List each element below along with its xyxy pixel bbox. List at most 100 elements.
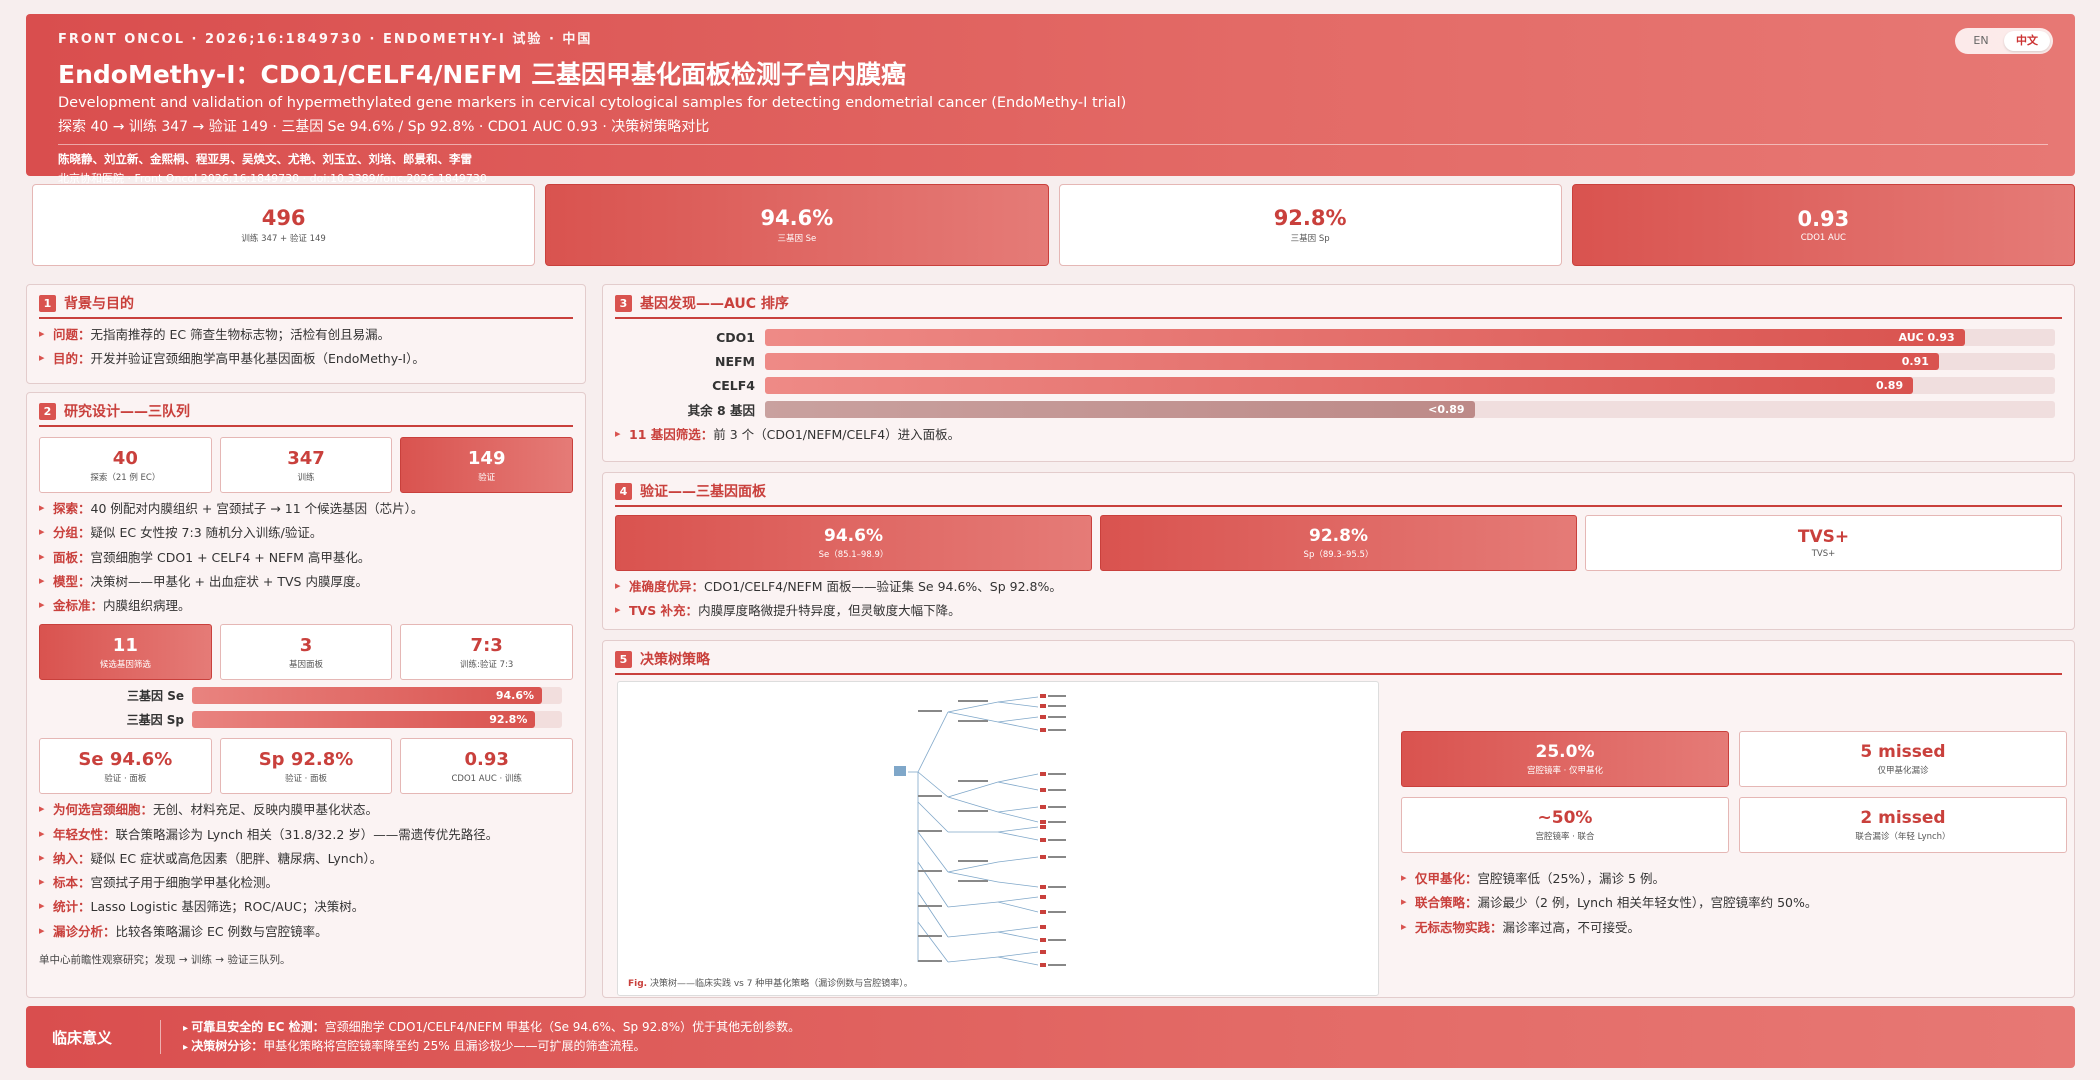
section-number: 2 <box>39 402 56 420</box>
gene-label: CDO1 <box>716 329 755 345</box>
bullet-item: 统计：Lasso Logistic 基因筛选；ROC/AUC；决策树。 <box>39 899 573 915</box>
kpi-auc: 0.93 CDO1 AUC <box>1571 184 2075 266</box>
gene-label: 其余 8 基因 <box>687 402 755 418</box>
kpi-label: 训练 347 + 验证 149 <box>241 234 326 244</box>
gene-auc-bars: CDO1 AUC 0.93 NEFM 0.91 CELF4 0.89 其余 8 … <box>615 327 2062 419</box>
clinical-significance-banner: 临床意义 可靠且安全的 EC 检测：宫颈细胞学 CDO1/CELF4/NEFM … <box>26 1006 2075 1068</box>
stat-boxes: 11 候选基因筛选 3 基因面板 7:3 训练:验证 7:3 <box>39 624 574 681</box>
bar-track: 0.91 <box>765 352 2055 370</box>
journal-meta: FRONT ONCOL · 2026;16:1849730 · ENDOMETH… <box>58 32 593 47</box>
footer-point: 可靠且安全的 EC 检测：宫颈细胞学 CDO1/CELF4/NEFM 甲基化（S… <box>183 1018 800 1037</box>
section-title-text: 验证——三基因面板 <box>640 484 766 500</box>
section-number: 5 <box>615 650 632 668</box>
result-box: 0.93 CDO1 AUC · 训练 <box>400 738 574 795</box>
section-title: 2 研究设计——三队列 <box>39 401 573 427</box>
kpi-value: 0.93 <box>1797 207 1850 231</box>
section-title-text: 决策树策略 <box>640 652 710 668</box>
section-title: 3 基因发现——AUC 排序 <box>615 293 2062 319</box>
lang-en-button[interactable]: EN <box>1958 31 2004 51</box>
gene-row: CDO1 AUC 0.93 <box>615 327 2062 347</box>
kpi-row: 496 训练 347 + 验证 149 94.6% 三基因 Se 92.8% 三… <box>32 184 2075 266</box>
validation-box: TVS+ TVS+ <box>1585 515 2062 571</box>
bullet-item: 纳入：疑似 EC 症状或高危因素（肥胖、糖尿病、Lynch）。 <box>39 851 573 867</box>
bullet-item: TVS 补充：内膜厚度略微提升特异度，但灵敏度大幅下降。 <box>615 603 2062 619</box>
stat-box: 7:3 训练:验证 7:3 <box>400 624 574 681</box>
stat-box: 3 基因面板 <box>219 624 393 681</box>
bar-row: 三基因 Sp 92.8% <box>39 710 573 728</box>
stat-box: 11 候选基因筛选 <box>39 624 212 681</box>
bar-fill: 94.6% <box>192 686 543 704</box>
section-number: 3 <box>615 294 632 312</box>
kpi-value: 496 <box>261 206 306 230</box>
bar-fill: 0.89 <box>765 376 1914 394</box>
header-divider <box>58 144 2048 145</box>
cohort-box: 149 验证 <box>400 437 574 493</box>
section-title-text: 基因发现——AUC 排序 <box>640 296 789 312</box>
strategy-box: 2 missed 联合漏诊（年轻 Lynch） <box>1739 797 2067 853</box>
language-toggle[interactable]: EN 中文 <box>1955 28 2053 54</box>
strategy-box: 25.0% 宫腔镜率 · 仅甲基化 <box>1401 731 1729 787</box>
result-box: Sp 92.8% 验证 · 面板 <box>219 738 393 795</box>
section-title: 4 验证——三基因面板 <box>615 481 2062 507</box>
summary-line: 探索 40 → 训练 347 → 验证 149 · 三基因 Se 94.6% /… <box>58 119 710 135</box>
gene-row: NEFM 0.91 <box>615 351 2062 371</box>
bullet-item: 为何选宫颈细胞：无创、材料充足、反映内膜甲基化状态。 <box>39 802 573 818</box>
bar-fill: 0.91 <box>765 352 1939 370</box>
bar-track: 92.8% <box>192 710 562 728</box>
bar-label: 三基因 Sp <box>126 712 184 727</box>
footer-points: 可靠且安全的 EC 检测：宫颈细胞学 CDO1/CELF4/NEFM 甲基化（S… <box>183 1018 800 1056</box>
bullet-item: 目的：开发并验证宫颈细胞学高甲基化基因面板（EndoMethy-I）。 <box>39 351 573 367</box>
gene-label: CELF4 <box>712 377 755 393</box>
section-validation: 4 验证——三基因面板 94.6% Se（85.1–98.9） 92.8% Sp（8… <box>602 472 2075 630</box>
section-number: 4 <box>615 482 632 500</box>
strategy-box: 5 missed 仅甲基化漏诊 <box>1739 731 2067 787</box>
bar-fill: 92.8% <box>192 710 536 728</box>
lang-zh-button[interactable]: 中文 <box>2004 31 2050 51</box>
bullet-item: 问题：无指南推荐的 EC 筛查生物标志物；活检有创且易漏。 <box>39 327 573 343</box>
validation-box: 92.8% Sp（89.3–95.5） <box>1100 515 1577 571</box>
validation-boxes: 94.6% Se（85.1–98.9） 92.8% Sp（89.3–95.5） TV… <box>615 515 2062 571</box>
section-design: 2 研究设计——三队列 40探索（21 例 EC） 347训练 149验证 探索… <box>26 392 586 998</box>
bar-label: 三基因 Se <box>127 688 184 703</box>
figure-caption: Fig. 决策树——临床实践 vs 7 种甲基化策略（漏诊例数与宫腔镜率）。 <box>628 979 913 989</box>
cohort-box: 347 训练 <box>219 437 393 493</box>
page-title: EndoMethy-I：CDO1/CELF4/NEFM 三基因甲基化面板检测子宫… <box>58 60 906 89</box>
kpi-se: 94.6% 三基因 Se <box>545 184 1049 266</box>
section-background: 1 背景与目的 问题：无指南推荐的 EC 筛查生物标志物；活检有创且易漏。 目的… <box>26 284 586 384</box>
validation-box: 94.6% Se（85.1–98.9） <box>615 515 1092 571</box>
author-list: 陈晓静、刘立新、金熙桐、程亚男、吴焕文、尤艳、刘玉立、刘培、郎景和、李雷 <box>58 152 472 166</box>
bullet-item: 年轻女性：联合策略漏诊为 Lynch 相关（31.8/32.2 岁）——需遗传优… <box>39 827 573 843</box>
bar-track: <0.89 <box>765 400 2055 418</box>
bullet-item: 面板：宫颈细胞学 CDO1 + CELF4 + NEFM 高甲基化。 <box>39 550 573 566</box>
bar-track: AUC 0.93 <box>765 328 2055 346</box>
bar-row: 三基因 Se 94.6% <box>39 686 573 704</box>
decision-tree-figure: Fig. 决策树——临床实践 vs 7 种甲基化策略（漏诊例数与宫腔镜率）。 <box>617 681 1379 996</box>
result-boxes: Se 94.6% 验证 · 面板 Sp 92.8% 验证 · 面板 0.93 CDO1… <box>39 738 574 795</box>
strategy-bullets: 仅甲基化：宫腔镜率低（25%），漏诊 5 例。 联合策略：漏诊最少（2 例，Ly… <box>1401 863 2067 936</box>
bullet-item: 准确度优异：CDO1/CELF4/NEFM 面板——验证集 Se 94.6%、S… <box>615 579 2062 595</box>
bullet-item: 标本：宫颈拭子用于细胞学甲基化检测。 <box>39 875 573 891</box>
footer-title: 临床意义 <box>52 1028 113 1047</box>
bar-fill: AUC 0.93 <box>765 328 1965 346</box>
section-gene-discovery: 3 基因发现——AUC 排序 CDO1 AUC 0.93 NEFM 0.91 C… <box>602 284 2075 462</box>
bullet-item: 无标志物实践：漏诊率过高，不可接受。 <box>1401 920 2067 936</box>
result-box: Se 94.6% 验证 · 面板 <box>39 738 212 795</box>
kpi-total: 496 训练 347 + 验证 149 <box>32 184 536 266</box>
cohort-boxes: 40 探索（21 例 EC） 347 训练 149 验证 <box>39 437 574 493</box>
section-title-text: 背景与目的 <box>64 296 134 312</box>
kpi-label: CDO1 AUC <box>1800 233 1846 243</box>
gene-row: 其余 8 基因 <0.89 <box>615 399 2062 419</box>
footer-point: 决策树分诊：甲基化策略将宫腔镜率降至约 25% 且漏诊极少——可扩展的筛查流程。 <box>183 1037 800 1056</box>
cohort-box: 40 探索（21 例 EC） <box>39 437 212 493</box>
kpi-label: 三基因 Se <box>777 234 817 244</box>
bullet-item: 探索：40 例配对内膜组织 + 宫颈拭子 → 11 个候选基因（芯片）。 <box>39 501 573 517</box>
gene-label: NEFM <box>715 353 755 369</box>
bullet-item: 漏诊分析：比较各策略漏诊 EC 例数与宫腔镜率。 <box>39 924 573 940</box>
kpi-label: 三基因 Sp <box>1290 234 1330 244</box>
section-decision-tree: 5 决策树策略 Fig. 决策树——临床实践 vs 7 种甲基化策略（漏诊例数与… <box>602 640 2075 998</box>
kpi-value: 92.8% <box>1273 206 1347 230</box>
bar-track: 94.6% <box>192 686 562 704</box>
bullet-item: 11 基因筛选：前 3 个（CDO1/NEFM/CELF4）进入面板。 <box>615 427 2062 443</box>
section-title: 5 决策树策略 <box>615 649 2062 675</box>
bullet-item: 分组：疑似 EC 女性按 7:3 随机分入训练/验证。 <box>39 525 573 541</box>
